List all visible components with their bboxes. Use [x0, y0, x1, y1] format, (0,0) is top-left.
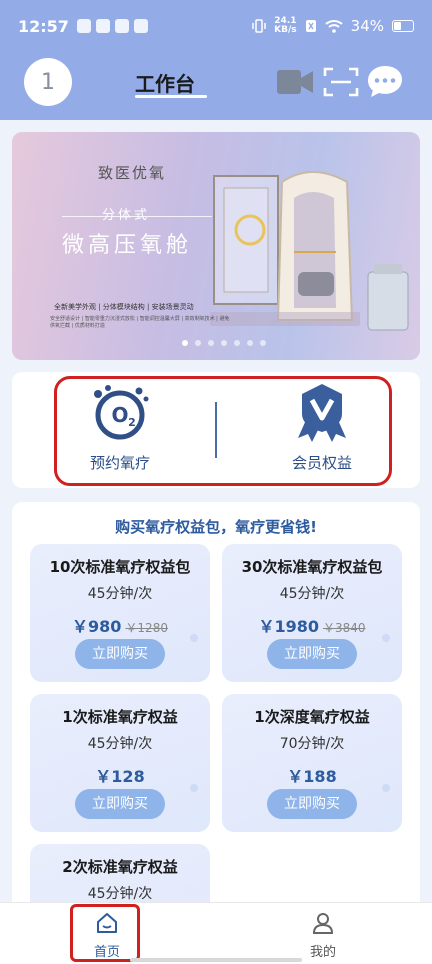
link-notification-icon: [114, 19, 129, 33]
package-title: 1次深度氧疗权益: [254, 708, 370, 726]
card-bubble: [190, 634, 198, 642]
scan-icon[interactable]: [322, 66, 360, 98]
buy-now-button[interactable]: 立即购买: [75, 639, 165, 669]
page-title: 工作台: [135, 72, 195, 96]
vibrate-icon: [252, 19, 266, 33]
promo-banner[interactable]: 致医优氧 分体式 微高压氧舱 全新美学外观 | 分体模块结构 | 安装场景灵动 …: [12, 132, 420, 360]
package-card[interactable]: 10次标准氧疗权益包 45分钟/次 ￥980 ￥1280 立即购买: [30, 544, 210, 682]
avatar[interactable]: 1: [24, 58, 72, 106]
chat-icon[interactable]: [366, 64, 404, 98]
status-bar: 12:57 24.1 KB/s 34%: [0, 0, 432, 52]
package-card[interactable]: 30次标准氧疗权益包 45分钟/次 ￥1980 ￥3840 立即购买: [222, 544, 402, 682]
card-bubble: [382, 784, 390, 792]
banner-features-small: 安全舒适设计 | 智能零重力沉浸式放松 | 智能调控温馨大屏 | 高效制氧技术 …: [50, 316, 230, 329]
banner-brand: 致医优氧: [98, 164, 167, 182]
package-price: ￥188: [222, 763, 402, 787]
sim-icon: [305, 20, 316, 32]
package-price-value: ￥1980: [258, 617, 319, 636]
carousel-dot[interactable]: [208, 340, 214, 346]
package-card[interactable]: 1次深度氧疗权益 70分钟/次 ￥188 立即购买: [222, 694, 402, 832]
card-bubble: [190, 784, 198, 792]
carousel-dots[interactable]: [182, 340, 266, 346]
package-old-price: ￥1280: [125, 621, 168, 635]
banner-headline: 微高压氧舱: [62, 233, 193, 258]
carousel-dot[interactable]: [195, 340, 201, 346]
home-indicator[interactable]: [130, 958, 302, 962]
package-price-value: ￥188: [287, 767, 337, 786]
package-duration: 70分钟/次: [279, 736, 345, 752]
battery-percent: 34%: [350, 17, 384, 35]
carousel-dot[interactable]: [247, 340, 253, 346]
package-price-value: ￥980: [72, 617, 122, 636]
card-bubble: [382, 634, 390, 642]
app-notification-icon: [95, 19, 110, 33]
banner-subtitle: 分体式: [102, 208, 151, 223]
user-icon: [312, 913, 334, 934]
game-notification-icon: [133, 19, 148, 33]
package-title: 10次标准氧疗权益包: [49, 558, 191, 576]
status-time: 12:57: [18, 16, 69, 36]
title-underline: [135, 95, 207, 98]
carousel-dot[interactable]: [182, 340, 188, 346]
package-duration: 45分钟/次: [87, 586, 153, 602]
battery-icon: [392, 20, 414, 32]
carousel-dot[interactable]: [234, 340, 240, 346]
package-duration: 45分钟/次: [87, 886, 153, 902]
package-title: 1次标准氧疗权益: [62, 708, 178, 726]
buy-now-button[interactable]: 立即购买: [267, 639, 357, 669]
notification-icons: [76, 19, 148, 33]
package-price: ￥128: [30, 763, 210, 787]
package-card[interactable]: 1次标准氧疗权益 45分钟/次 ￥128 立即购买: [30, 694, 210, 832]
package-title: 30次标准氧疗权益包: [241, 558, 383, 576]
package-title: 2次标准氧疗权益: [62, 858, 178, 876]
wifi-icon: [324, 20, 343, 33]
video-call-icon[interactable]: [276, 66, 314, 98]
promo-title: 购买氧疗权益包，氧疗更省钱!: [115, 518, 317, 536]
package-price: ￥980 ￥1280: [30, 613, 210, 637]
package-duration: 45分钟/次: [87, 736, 153, 752]
app-header: 1 工作台: [0, 52, 432, 120]
package-duration: 45分钟/次: [279, 586, 345, 602]
carousel-dot[interactable]: [221, 340, 227, 346]
package-old-price: ￥3840: [323, 621, 366, 635]
home-tab-highlight-box: [70, 904, 140, 962]
buy-now-button[interactable]: 立即购买: [267, 789, 357, 819]
tab-mine[interactable]: 我的: [288, 911, 358, 960]
services-highlight-box: [54, 376, 392, 486]
net-speed-unit: KB/s: [274, 25, 297, 35]
buy-now-button[interactable]: 立即购买: [75, 789, 165, 819]
package-price: ￥1980 ￥3840: [222, 613, 402, 637]
weibo-notification-icon: [76, 19, 91, 33]
bottom-tab-bar: 首页 我的: [0, 902, 432, 964]
net-speed: 24.1 KB/s: [274, 17, 296, 35]
banner-features: 全新美学外观 | 分体模块结构 | 安装场景灵动: [54, 303, 194, 311]
carousel-dot[interactable]: [260, 340, 266, 346]
package-price-value: ￥128: [95, 767, 145, 786]
packages-section: 购买氧疗权益包，氧疗更省钱! 10次标准氧疗权益包 45分钟/次 ￥980 ￥12…: [12, 502, 420, 964]
